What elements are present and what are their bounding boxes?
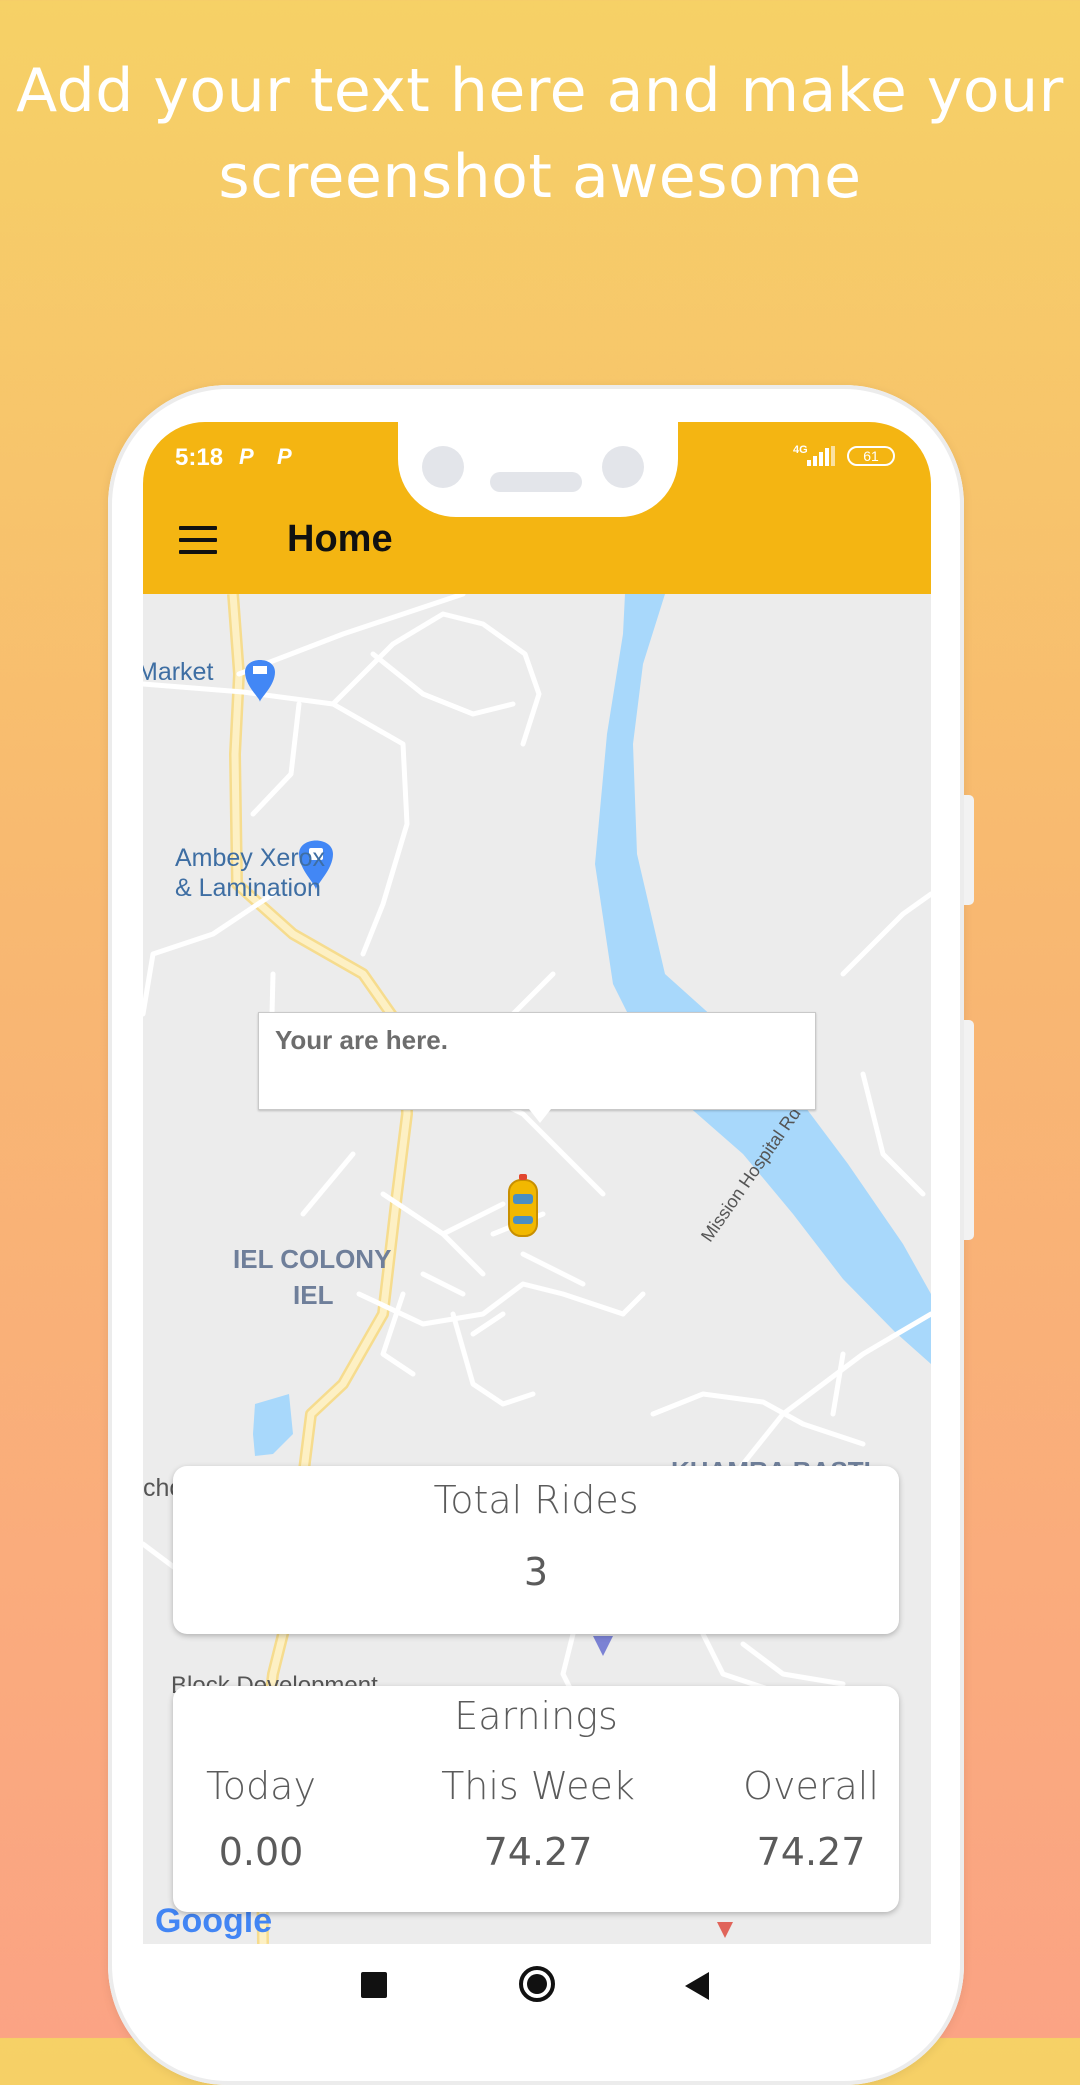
earnings-card: Earnings Today 0.00 This Week 74.27 Over…: [173, 1686, 899, 1912]
earpiece-speaker: [490, 472, 582, 492]
promo-headline-line2: screenshot awesome: [218, 142, 862, 212]
camera-notch: [398, 422, 678, 517]
promo-headline-line1: Add your text here and make your: [16, 56, 1064, 126]
home-button-inner: [527, 1974, 547, 1994]
earnings-today-label: Today: [206, 1764, 316, 1808]
promo-headline: Add your text here and make your screens…: [0, 48, 1080, 220]
phone-side-button-bottom: [964, 1020, 974, 1240]
earnings-week-label: This Week: [441, 1764, 635, 1808]
total-rides-label: Total Rides: [433, 1478, 639, 1522]
red-pin-icon[interactable]: [717, 1922, 733, 1938]
earnings-overall: Overall 74.27: [723, 1764, 899, 1874]
earnings-week: This Week 74.27: [425, 1764, 651, 1874]
menu-icon[interactable]: [179, 526, 217, 556]
map-label-ambey-line1: Ambey Xerox: [175, 844, 326, 872]
map-label-ambey-line2: & Lamination: [175, 874, 321, 902]
back-button[interactable]: [683, 1970, 711, 2002]
battery-icon: 61: [847, 446, 895, 466]
callout-tail: [529, 1109, 551, 1123]
map-label-iel-colony: IEL COLONY: [233, 1244, 392, 1274]
status-time: 5:18: [175, 444, 224, 471]
car-location-icon: [508, 1174, 538, 1237]
phone-screen: 5:18 P P 4G 61 Home Market Ambey Xerox &…: [143, 422, 931, 2038]
notification-p-icon-2: P: [277, 444, 292, 469]
total-rides-card: Total Rides 3: [173, 1466, 899, 1634]
signal-icon: [807, 446, 835, 466]
earnings-overall-value: 74.27: [756, 1830, 866, 1874]
earnings-today: Today 0.00: [173, 1764, 349, 1874]
pond: [253, 1394, 293, 1456]
app-bar: 5:18 P P 4G 61 Home: [143, 422, 931, 594]
system-nav-bar: [143, 1944, 931, 2038]
phone-side-button-top: [964, 795, 974, 905]
map-label-iel: IEL: [293, 1280, 334, 1310]
front-camera-icon: [422, 446, 464, 488]
front-sensor-icon: [602, 446, 644, 488]
earnings-week-value: 74.27: [483, 1830, 593, 1874]
recents-button[interactable]: [361, 1972, 387, 1998]
location-callout: Your are here.: [258, 1012, 816, 1123]
total-rides-value: 3: [523, 1550, 549, 1594]
river: [595, 594, 931, 1364]
page-title: Home: [287, 518, 393, 560]
map-label-market: Market: [143, 658, 214, 686]
notification-p-icon-1: P: [239, 444, 254, 469]
home-button[interactable]: [519, 1966, 555, 2002]
poi-pin-icon[interactable]: [593, 1636, 613, 1656]
earnings-today-value: 0.00: [218, 1830, 304, 1874]
earnings-title: Earnings: [454, 1694, 618, 1738]
earnings-overall-label: Overall: [743, 1764, 879, 1808]
callout-text: Your are here.: [275, 1025, 448, 1055]
